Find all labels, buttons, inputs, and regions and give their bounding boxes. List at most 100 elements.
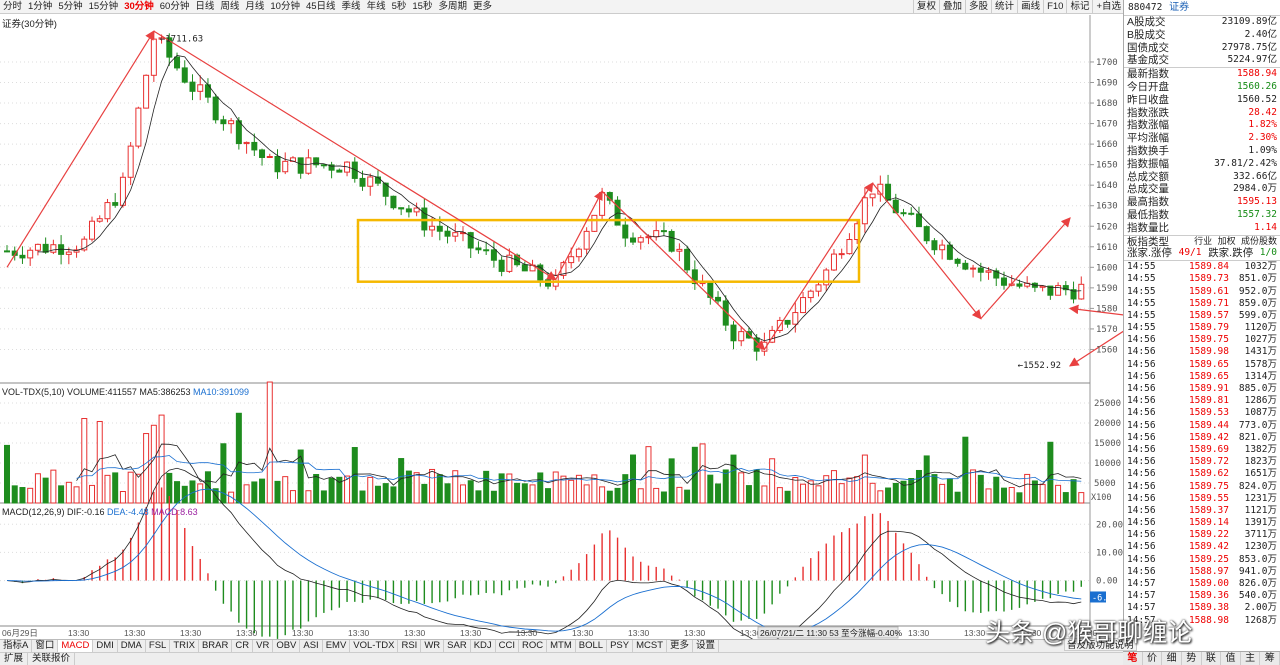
period-tab[interactable]: 15分钟 xyxy=(86,0,122,14)
indicator-tab[interactable]: PSY xyxy=(607,640,634,652)
indicator-tab[interactable]: FSL xyxy=(146,640,171,652)
period-tab[interactable]: 45日线 xyxy=(303,0,339,14)
volume-bar xyxy=(398,458,405,504)
tick-volume: 859.0万 xyxy=(1238,297,1277,309)
indicator-tab[interactable]: CR xyxy=(232,640,254,652)
market-value: 5224.97亿 xyxy=(1227,54,1277,66)
bottom-tab[interactable]: 关联报价 xyxy=(28,653,76,665)
toolbar-button[interactable]: 标记 xyxy=(1066,0,1092,14)
date-axis-tick: 13:30 xyxy=(908,628,930,638)
period-tab[interactable]: 季线 xyxy=(339,0,364,14)
board-type-row: 板指类型 行业 加权 成份股数 xyxy=(1124,234,1280,248)
period-tab[interactable]: 10分钟 xyxy=(267,0,303,14)
index-name[interactable]: 证券 xyxy=(1169,2,1189,13)
indicator-tab[interactable]: ASI xyxy=(300,640,323,652)
indicator-tab[interactable]: CCI xyxy=(496,640,520,652)
period-tab[interactable]: 月线 xyxy=(242,0,267,14)
volume-bar xyxy=(753,469,760,504)
toolbar-button[interactable]: 画线 xyxy=(1017,0,1043,14)
kline-chart[interactable]: 1700 1690 1680 1670 1660 1650 1640 1630 1620 1610… xyxy=(0,15,1123,639)
tick-list[interactable]: 14:55 1589.84 1032万 14:55 1589.73 851.0万 14:55… xyxy=(1124,260,1280,627)
volume-bar xyxy=(699,443,706,504)
indicator-tab[interactable]: 指标A xyxy=(0,640,33,652)
indicator-tab[interactable]: BOLL xyxy=(576,640,608,652)
period-tab[interactable]: 1分钟 xyxy=(25,0,55,14)
price-axis-tick: 1680 xyxy=(1096,99,1118,109)
tick-row: 14:57 1589.00 826.0万 xyxy=(1124,578,1280,590)
tick-volume: 824.0万 xyxy=(1238,480,1277,492)
period-tab[interactable]: 日线 xyxy=(192,0,217,14)
tick-row: 14:56 1589.75 1027万 xyxy=(1124,334,1280,346)
volume-bar xyxy=(313,474,320,504)
indicator-tab[interactable]: DMI xyxy=(93,640,118,652)
toolbar-button[interactable]: 统计 xyxy=(991,0,1017,14)
period-tab[interactable]: 30分钟 xyxy=(121,0,157,14)
period-tab[interactable]: 多周期 xyxy=(435,0,470,14)
quote-tab[interactable]: 笔 xyxy=(1123,652,1143,665)
indicator-tab[interactable]: KDJ xyxy=(471,640,496,652)
toolbar-button[interactable]: 叠加 xyxy=(939,0,965,14)
candle xyxy=(150,32,157,82)
indicator-tab[interactable]: BRAR xyxy=(199,640,233,652)
indicator-tab[interactable]: MACD xyxy=(58,640,94,652)
stat-value: 1560.52 xyxy=(1236,93,1277,105)
tick-volume: 1823万 xyxy=(1244,456,1277,468)
volume-bar xyxy=(877,490,884,504)
stat-row: 指数涨幅 1.82% xyxy=(1124,119,1280,132)
stat-value: 1560.26 xyxy=(1236,80,1277,92)
market-value: 27978.75亿 xyxy=(1221,41,1277,53)
quote-tab[interactable]: 值 xyxy=(1221,652,1241,665)
period-tab[interactable]: 分时 xyxy=(0,0,25,14)
indicator-tab[interactable]: SAR xyxy=(444,640,471,652)
indicator-tab[interactable]: DMA xyxy=(118,640,146,652)
quote-tab[interactable]: 主 xyxy=(1241,652,1261,665)
bottom-tab[interactable]: 扩展 xyxy=(0,653,29,665)
quote-tab[interactable]: 筹 xyxy=(1260,652,1280,665)
indicator-tab[interactable]: 更多 xyxy=(667,640,694,652)
stat-label: 昨日收盘 xyxy=(1127,93,1169,106)
indicator-tab[interactable]: 窗口 xyxy=(32,640,59,652)
quote-tab[interactable]: 价 xyxy=(1143,652,1163,665)
volume-bar xyxy=(745,485,752,504)
indicator-tab[interactable]: VOL-TDX xyxy=(350,640,399,652)
quote-tab[interactable]: 联 xyxy=(1202,652,1222,665)
quote-tab[interactable]: 势 xyxy=(1182,652,1202,665)
period-tab[interactable]: 5分钟 xyxy=(55,0,85,14)
tick-row: 14:56 1589.98 1431万 xyxy=(1124,346,1280,358)
toolbar-button[interactable]: 复权 xyxy=(913,0,939,14)
stat-label: 指数涨跌 xyxy=(1127,106,1169,119)
indicator-tab[interactable]: OBV xyxy=(273,640,301,652)
volume-bar xyxy=(985,488,992,504)
indicator-tab[interactable]: 设置 xyxy=(693,640,720,652)
toolbar-button[interactable]: +自选 xyxy=(1092,0,1124,14)
period-tab[interactable]: 年线 xyxy=(364,0,389,14)
period-tab[interactable]: 5秒 xyxy=(389,0,410,14)
stat-label: 指数振幅 xyxy=(1127,157,1169,170)
toolbar-button[interactable]: F10 xyxy=(1043,0,1066,14)
indicator-tab[interactable]: RSI xyxy=(398,640,422,652)
period-tab[interactable]: 周线 xyxy=(217,0,242,14)
indicator-tab[interactable]: WR xyxy=(421,640,445,652)
period-tab[interactable]: 更多 xyxy=(470,0,495,14)
volume-bar xyxy=(421,483,428,504)
indicator-tab[interactable]: TRIX xyxy=(170,640,199,652)
volume-axis-tick: 20000 xyxy=(1094,419,1121,429)
indicator-tab[interactable]: MCST xyxy=(633,640,668,652)
tick-time: 14:56 xyxy=(1127,565,1156,577)
market-value: 2.40亿 xyxy=(1244,28,1277,40)
period-tab[interactable]: 60分钟 xyxy=(157,0,193,14)
tick-time: 14:55 xyxy=(1127,285,1156,297)
volume-bar xyxy=(514,482,521,504)
indicator-tab[interactable]: MTM xyxy=(547,640,576,652)
tick-price: 1589.61 xyxy=(1188,285,1229,297)
indicator-tab[interactable]: ROC xyxy=(519,640,548,652)
volume-bar xyxy=(529,484,536,504)
indicator-tab[interactable]: VR xyxy=(253,640,274,652)
volume-bar xyxy=(73,486,80,504)
indicator-tab[interactable]: EMV xyxy=(323,640,351,652)
period-tab[interactable]: 15秒 xyxy=(409,0,435,14)
quote-tab[interactable]: 细 xyxy=(1162,652,1182,665)
toolbar-button[interactable]: 多股 xyxy=(965,0,991,14)
tick-price: 1589.72 xyxy=(1188,456,1229,468)
tick-volume: 540.0万 xyxy=(1238,590,1277,602)
